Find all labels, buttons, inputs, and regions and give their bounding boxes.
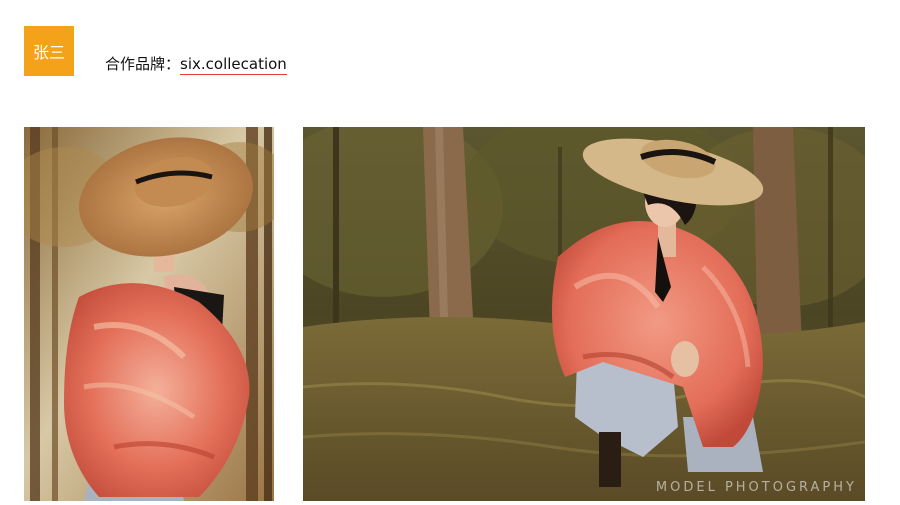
photo-left <box>24 127 274 501</box>
photo-right-illustration <box>303 127 865 501</box>
photo-watermark: MODEL PHOTOGRAPHY <box>655 480 857 495</box>
photo-left-illustration <box>24 127 274 501</box>
photo-right: MODEL PHOTOGRAPHY <box>303 127 865 501</box>
brand-label: 合作品牌： <box>105 55 181 73</box>
name-badge: 张三 <box>24 26 74 76</box>
brand-line: 合作品牌：six.collecation <box>105 53 287 75</box>
name-badge-text: 张三 <box>32 43 65 62</box>
brand-value: six.collecation <box>180 55 287 75</box>
